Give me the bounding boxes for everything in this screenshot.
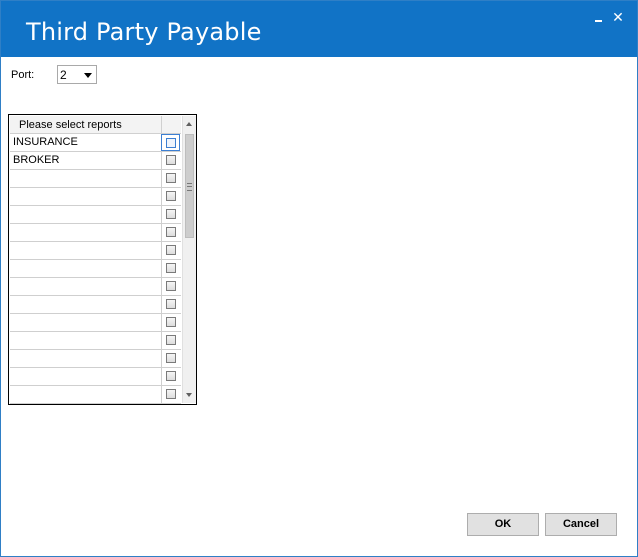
report-select-cell[interactable] [161,296,182,313]
table-row[interactable] [10,224,181,242]
cancel-button[interactable]: Cancel [545,513,617,536]
report-select-checkbox[interactable] [166,173,176,183]
report-select-checkbox[interactable] [166,281,176,291]
table-row[interactable] [10,386,181,404]
report-select-checkbox[interactable] [166,335,176,345]
minimize-button[interactable] [589,9,607,27]
grid-header: Please select reports [10,116,181,134]
port-select[interactable]: 2 [57,65,97,84]
table-row[interactable]: INSURANCE [10,134,181,152]
report-select-checkbox[interactable] [166,317,176,327]
table-row[interactable] [10,188,181,206]
report-name-cell: INSURANCE [13,136,78,148]
table-row[interactable] [10,242,181,260]
grid-header-label: Please select reports [19,119,122,131]
vertical-scrollbar[interactable] [182,116,196,403]
table-row[interactable] [10,368,181,386]
grid-header-check-column [161,116,181,134]
report-select-cell[interactable] [161,386,182,403]
port-selected-value: 2 [60,68,67,82]
table-row[interactable] [10,350,181,368]
report-select-cell[interactable] [161,134,180,151]
table-row[interactable] [10,278,181,296]
report-select-cell[interactable] [161,170,182,187]
report-select-checkbox[interactable] [166,353,176,363]
table-row[interactable] [10,260,181,278]
report-select-cell[interactable] [161,260,182,277]
grip-icon [187,183,192,191]
report-select-checkbox[interactable] [166,191,176,201]
close-icon: ✕ [612,10,624,26]
report-select-cell[interactable] [161,278,182,295]
table-row[interactable] [10,170,181,188]
report-select-cell[interactable] [161,206,182,223]
report-select-checkbox[interactable] [166,245,176,255]
scroll-down-icon[interactable] [186,393,192,397]
title-bar: Third Party Payable ✕ [1,1,637,57]
scrollbar-thumb[interactable] [185,134,194,238]
reports-grid[interactable]: Please select reports INSURANCE BROKER [8,114,197,405]
report-select-cell[interactable] [161,332,182,349]
dialog-window: Third Party Payable ✕ Port: 2 Please sel… [0,0,638,557]
port-label: Port: [11,69,35,81]
chevron-down-icon [84,73,92,78]
report-select-checkbox[interactable] [166,299,176,309]
report-select-checkbox[interactable] [166,389,176,399]
report-select-cell[interactable] [161,152,182,169]
scroll-up-icon[interactable] [186,122,192,126]
report-select-checkbox[interactable] [166,227,176,237]
close-button[interactable]: ✕ [609,9,627,27]
table-row[interactable]: BROKER [10,152,181,170]
ok-button[interactable]: OK [467,513,539,536]
report-name-cell: BROKER [13,154,60,166]
window-title: Third Party Payable [26,18,262,46]
report-select-cell[interactable] [161,242,182,259]
report-select-cell[interactable] [161,368,182,385]
report-select-checkbox[interactable] [166,209,176,219]
report-select-cell[interactable] [161,188,182,205]
table-row[interactable] [10,206,181,224]
minimize-icon [594,20,602,22]
report-select-cell[interactable] [161,350,182,367]
table-row[interactable] [10,314,181,332]
report-select-checkbox[interactable] [166,263,176,273]
report-select-checkbox[interactable] [166,371,176,381]
report-select-checkbox[interactable] [166,155,176,165]
table-row[interactable] [10,332,181,350]
report-select-checkbox[interactable] [166,138,176,148]
report-select-cell[interactable] [161,224,182,241]
report-select-cell[interactable] [161,314,182,331]
table-row[interactable] [10,296,181,314]
